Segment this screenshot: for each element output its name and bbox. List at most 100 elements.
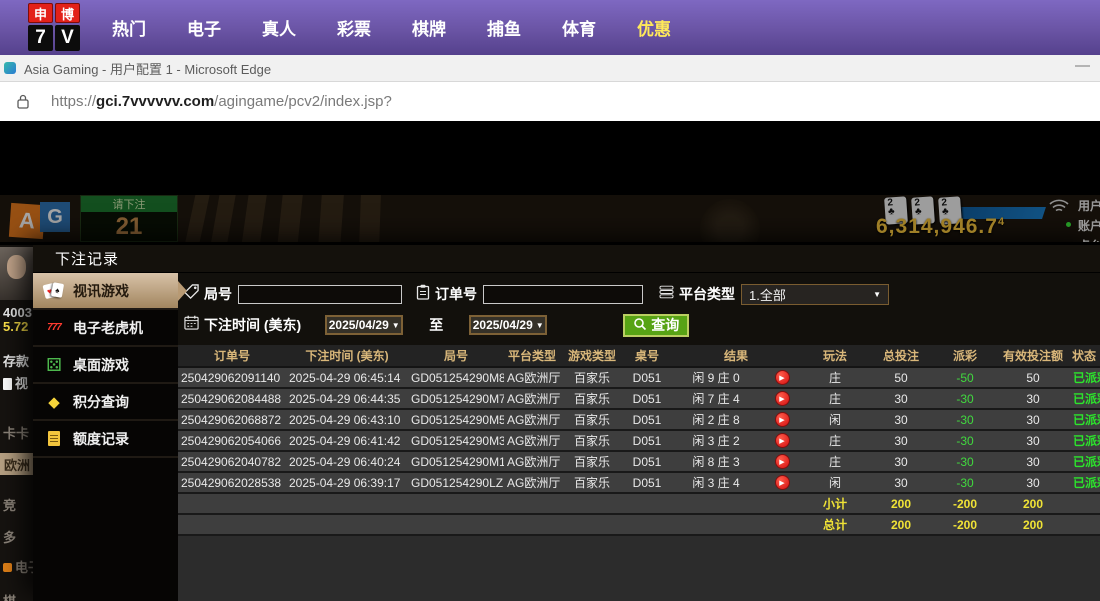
order-number-label: 订单号: [435, 284, 477, 304]
cell: [178, 514, 802, 535]
platform-list-icon: [659, 285, 674, 304]
platform-type-label: 平台类型: [679, 284, 735, 304]
cell: AG欧洲厅: [504, 409, 560, 430]
minimize-button[interactable]: —: [1075, 57, 1090, 74]
round-number-input[interactable]: [238, 285, 402, 304]
cell: 闲 3 庄 4: [670, 472, 762, 493]
cell: 250429062084488: [178, 388, 286, 409]
cell: 百家乐: [560, 388, 624, 409]
nav-item[interactable]: 体育: [562, 15, 596, 40]
cell: AG欧洲厅: [504, 430, 560, 451]
cell: [1070, 514, 1100, 535]
cell: D051: [624, 367, 670, 388]
cell-status: 已派彩: [1070, 430, 1100, 451]
column-header: 订单号: [178, 345, 286, 367]
cell-payout: -30: [934, 388, 996, 409]
subtotal-row: 小计200-200200: [178, 493, 1100, 514]
logo-cell: V: [55, 25, 80, 51]
nav-item[interactable]: 热门: [112, 15, 146, 40]
cell: 百家乐: [560, 451, 624, 472]
cell: GD051254290M8: [408, 367, 504, 388]
grand-total-valid-bet: 200: [996, 514, 1070, 535]
cell-payout: -30: [934, 430, 996, 451]
cell-valid-bet: 30: [996, 430, 1070, 451]
sidebar-item[interactable]: ◆积分查询: [33, 384, 178, 421]
sidebar-item[interactable]: ♥♠视讯游戏: [33, 273, 178, 310]
cell: 2025-04-29 06:40:24: [286, 451, 408, 472]
date-to-picker[interactable]: 2025/04/29 ▼: [469, 315, 547, 335]
sidebar-item-label: 额度记录: [73, 429, 129, 449]
to-label: 至: [429, 315, 443, 335]
cell-payout: -30: [934, 409, 996, 430]
table-row: 2504290620844882025-04-29 06:44:35GD0512…: [178, 388, 1100, 409]
cell: D051: [624, 430, 670, 451]
sidebar-item-label: 桌面游戏: [73, 355, 129, 375]
cell-total-bet: 30: [868, 430, 934, 451]
cell: 250429062040782: [178, 451, 286, 472]
bg-left-item: 电子: [3, 557, 33, 576]
cell: GD051254290M1: [408, 451, 504, 472]
cell: ▶: [762, 367, 802, 388]
play-icon[interactable]: ▶: [775, 454, 790, 469]
cell: ▶: [762, 451, 802, 472]
table-row: 2504290620285382025-04-29 06:39:17GD0512…: [178, 472, 1100, 493]
cell: ▶: [762, 409, 802, 430]
date-from-picker[interactable]: 2025/04/29 ▼: [325, 315, 403, 335]
cell: GD051254290M3: [408, 430, 504, 451]
play-icon[interactable]: ▶: [775, 475, 790, 490]
play-icon[interactable]: ▶: [775, 412, 790, 427]
cell-valid-bet: 30: [996, 409, 1070, 430]
search-icon: [633, 317, 647, 334]
cell: AG欧洲厅: [504, 388, 560, 409]
search-button[interactable]: 查询: [623, 314, 689, 337]
play-icon[interactable]: ▶: [775, 391, 790, 406]
table-row: 2504290620911402025-04-29 06:45:14GD0512…: [178, 367, 1100, 388]
sidebar-item[interactable]: 额度记录: [33, 421, 178, 458]
nav-item[interactable]: 棋牌: [412, 15, 446, 40]
cell: D051: [624, 409, 670, 430]
nav-item[interactable]: 彩票: [337, 15, 371, 40]
round-number-label: 局号: [204, 284, 232, 304]
cell: 2025-04-29 06:44:35: [286, 388, 408, 409]
cell: 2025-04-29 06:39:17: [286, 472, 408, 493]
cell: 250429062091140: [178, 367, 286, 388]
cell-bet-type: 庄: [802, 388, 868, 409]
cell: AG欧洲厅: [504, 367, 560, 388]
nav-item[interactable]: 捕鱼: [487, 15, 521, 40]
cell: 闲 8 庄 3: [670, 451, 762, 472]
play-icon[interactable]: ▶: [775, 433, 790, 448]
sidebar-item[interactable]: ⚄桌面游戏: [33, 347, 178, 384]
bg-left-item: 视: [3, 373, 33, 392]
sidebar-item[interactable]: 777电子老虎机: [33, 310, 178, 347]
cell: GD051254290M5: [408, 409, 504, 430]
play-icon[interactable]: ▶: [775, 370, 790, 385]
bg-left-item: 多: [3, 527, 33, 546]
column-header: 状态: [1070, 345, 1100, 367]
cell: 2025-04-29 06:41:42: [286, 430, 408, 451]
cell-status: 已派彩: [1070, 451, 1100, 472]
cell-valid-bet: 30: [996, 451, 1070, 472]
bg-left-item: 5.72: [3, 319, 33, 334]
sidebar-item-label: 电子老虎机: [73, 318, 143, 338]
cell-payout: -30: [934, 451, 996, 472]
cell-bet-type: 闲: [802, 472, 868, 493]
cards-icon: ♥♠: [43, 281, 65, 301]
platform-type-select[interactable]: 1.全部 ▼: [741, 284, 889, 305]
calendar-icon: [184, 315, 199, 335]
edge-icon: [4, 62, 16, 74]
nav-item[interactable]: 电子: [187, 15, 221, 40]
cell: 闲 7 庄 4: [670, 388, 762, 409]
url-text[interactable]: https://gci.7vvvvvv.com/agingame/pcv2/in…: [51, 93, 392, 110]
nav-item[interactable]: 优惠: [637, 15, 671, 40]
cell: AG欧洲厅: [504, 451, 560, 472]
order-number-input[interactable]: [483, 285, 643, 304]
avatar: [0, 247, 33, 300]
background-game-strip: A G ASIA GAMING 请下注 21 2♣2♣2♣ 6,314,946.…: [0, 195, 1100, 242]
cell-bet-type: 庄: [802, 367, 868, 388]
logo-cell: 7: [28, 25, 53, 51]
address-bar[interactable]: https://gci.7vvvvvv.com/agingame/pcv2/in…: [0, 82, 1100, 121]
subtotal-total-bet: 200: [868, 493, 934, 514]
lock-icon[interactable]: [17, 94, 29, 109]
nav-item[interactable]: 真人: [262, 15, 296, 40]
subtotal-payout: -200: [934, 493, 996, 514]
